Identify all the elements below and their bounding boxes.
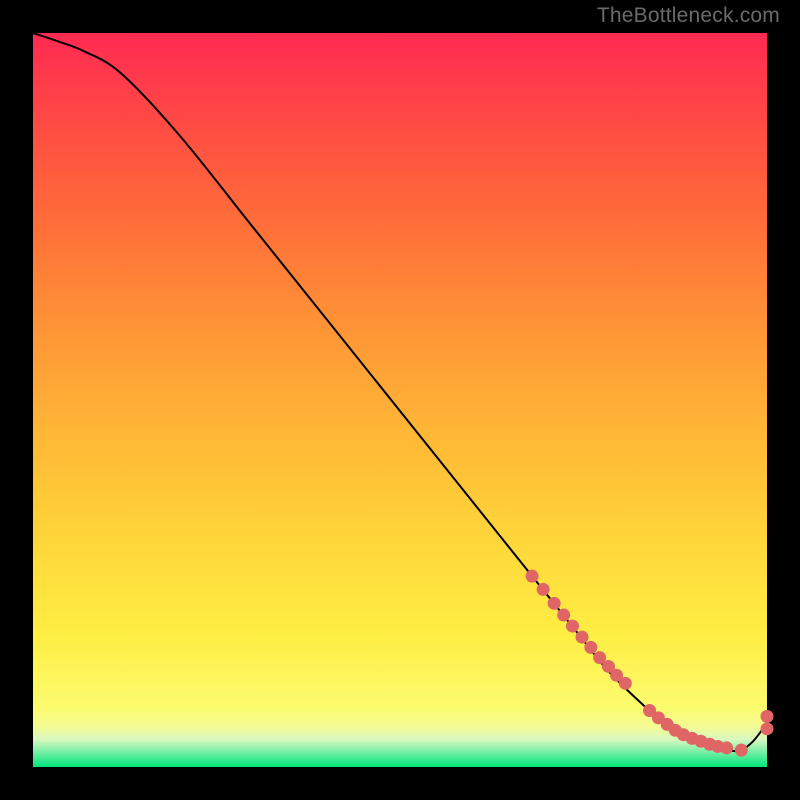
data-dot [720,741,733,754]
data-dot [735,744,748,757]
data-dot [526,570,539,583]
chart-overlay [0,0,800,800]
data-dot [537,583,550,596]
curve-path [33,33,767,751]
data-dot [557,609,570,622]
data-dot [761,722,774,735]
data-dot [761,710,774,723]
curve-series [33,33,767,751]
data-dot [548,597,561,610]
chart-frame: TheBottleneck.com [0,0,800,800]
data-dot [566,620,579,633]
dots-series [526,570,774,757]
data-dot [576,631,589,644]
watermark-text: TheBottleneck.com [597,4,780,28]
data-dot [584,641,597,654]
data-dot [619,677,632,690]
